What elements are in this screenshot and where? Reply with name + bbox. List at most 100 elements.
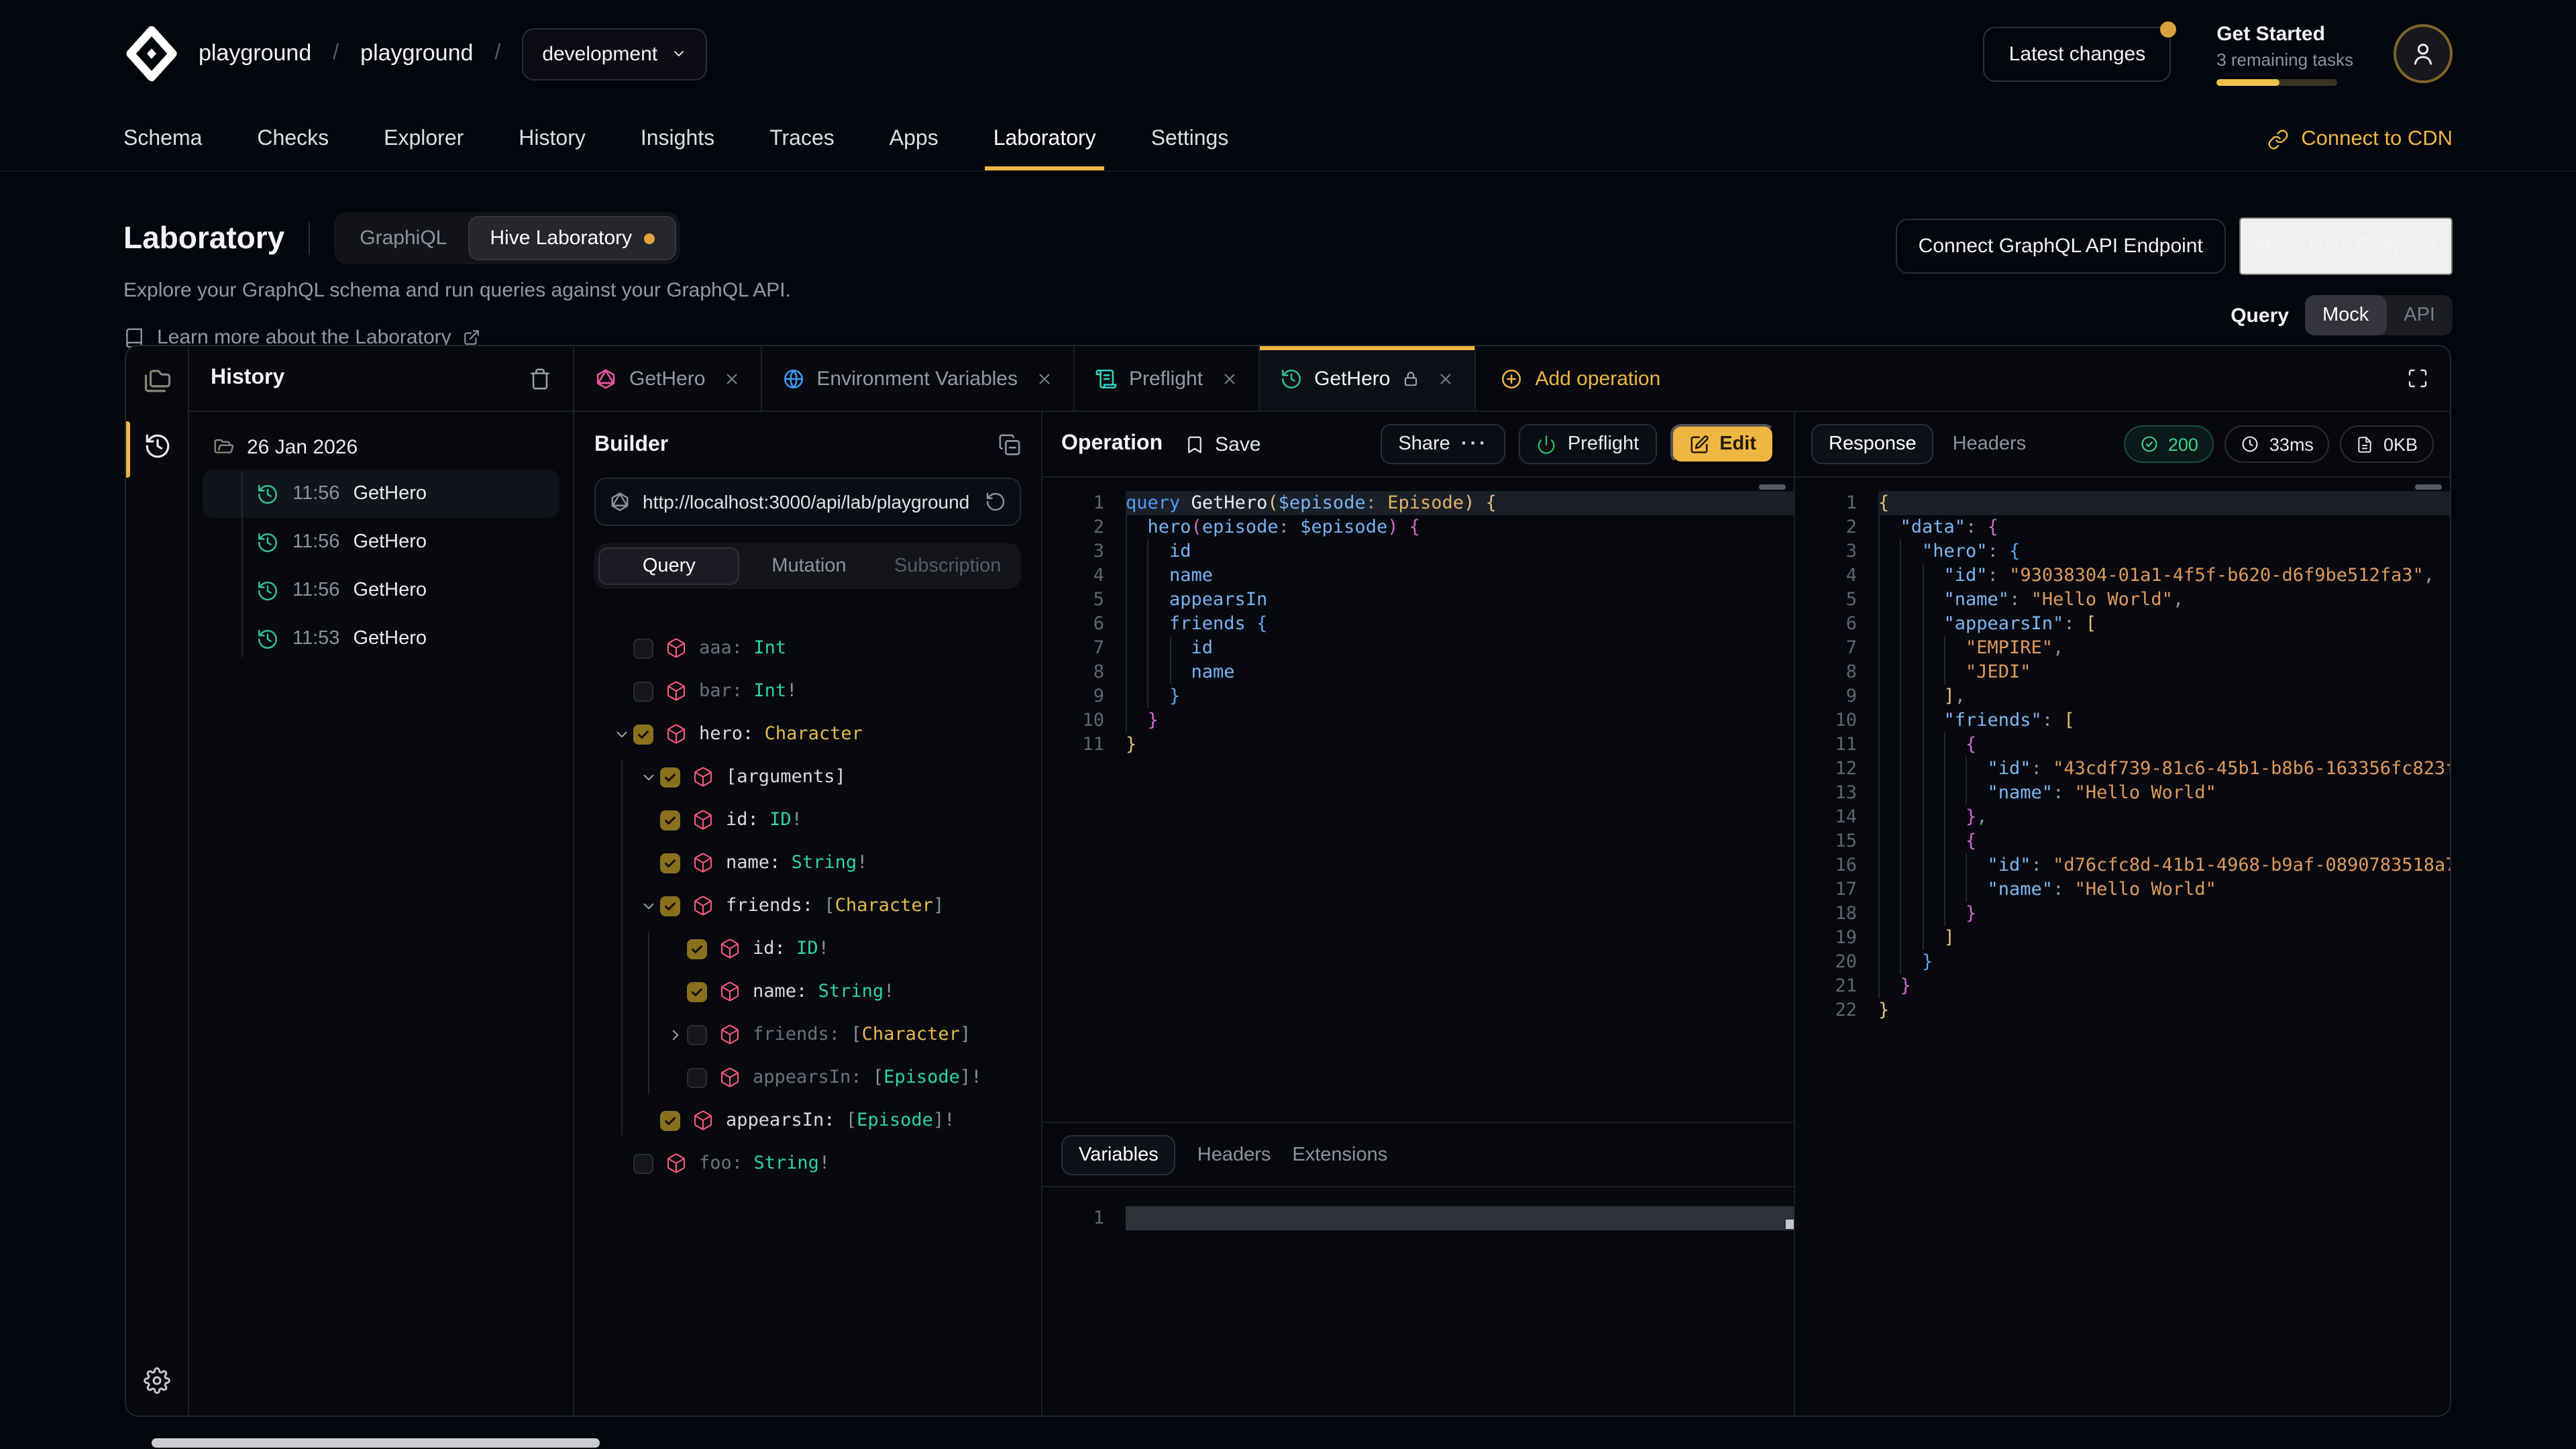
nav-item-schema[interactable]: Schema	[123, 107, 202, 170]
scrollbar-thumb[interactable]	[2415, 484, 2442, 490]
tree-row[interactable]: name: String!	[574, 841, 1041, 884]
code-line: 11 {	[1795, 733, 2450, 757]
field-checkbox[interactable]	[660, 1110, 680, 1130]
history-date-group[interactable]: 26 Jan 2026	[203, 431, 559, 464]
edit-button[interactable]: Edit	[1670, 424, 1775, 464]
nav-item-settings[interactable]: Settings	[1151, 107, 1229, 170]
latest-changes-button[interactable]: Latest changes	[1984, 26, 2171, 81]
mode-option[interactable]: GraphiQL	[338, 216, 468, 260]
subtab-extensions[interactable]: Extensions	[1292, 1144, 1387, 1165]
close-icon[interactable]	[722, 370, 740, 387]
history-item[interactable]: 11:56 GetHero	[203, 566, 559, 614]
history-item[interactable]: 11:53 GetHero	[203, 614, 559, 663]
collections-button[interactable]	[143, 366, 171, 394]
nav-item-apps[interactable]: Apps	[890, 107, 938, 170]
breadcrumb-org[interactable]: playground	[199, 40, 311, 67]
history-item[interactable]: 11:56 GetHero	[203, 470, 559, 518]
nav-item-traces[interactable]: Traces	[769, 107, 835, 170]
builder-tab-mutation[interactable]: Mutation	[740, 547, 879, 585]
field-checkbox[interactable]	[660, 810, 680, 830]
variables-editor[interactable]: 1	[1042, 1187, 1794, 1415]
query-switch-option-mock[interactable]: Mock	[2305, 295, 2386, 335]
nav-item-checks[interactable]: Checks	[257, 107, 329, 170]
tree-row[interactable]: friends: [Character]	[574, 884, 1041, 927]
tree-row[interactable]: id: ID!	[574, 927, 1041, 970]
scrollbar-thumb[interactable]	[1759, 484, 1786, 490]
tree-row[interactable]: id: ID!	[574, 798, 1041, 841]
avatar[interactable]	[2394, 24, 2453, 83]
field-checkbox[interactable]	[633, 681, 653, 701]
tree-row[interactable]: hero: Character	[574, 712, 1041, 755]
save-button[interactable]: Save	[1184, 433, 1260, 455]
field-checkbox[interactable]	[660, 767, 680, 787]
response-tab-headers[interactable]: Headers	[1953, 433, 2027, 455]
tree-row[interactable]: friends: [Character]	[574, 1013, 1041, 1056]
nav-item-explorer[interactable]: Explorer	[384, 107, 464, 170]
nav-item-insights[interactable]: Insights	[641, 107, 714, 170]
field-checkbox[interactable]	[687, 1024, 707, 1044]
query-switch-option-api[interactable]: API	[2386, 295, 2453, 335]
tab-gethero[interactable]: GetHero	[574, 346, 761, 411]
add-operation-button[interactable]: Add operation	[1476, 346, 1684, 411]
horizontal-scrollbar-thumb[interactable]	[152, 1438, 600, 1448]
external-link-icon	[464, 329, 481, 346]
trash-icon[interactable]	[529, 367, 551, 390]
field-checkbox[interactable]	[687, 938, 707, 959]
history-item[interactable]: 11:56 GetHero	[203, 518, 559, 566]
field-checkbox[interactable]	[660, 853, 680, 873]
subtab-headers[interactable]: Headers	[1197, 1144, 1271, 1165]
tree-row[interactable]: name: String!	[574, 970, 1041, 1013]
field-checkbox[interactable]	[633, 724, 653, 744]
nav-item-history[interactable]: History	[519, 107, 586, 170]
share-button[interactable]: Share ···	[1381, 424, 1505, 464]
tab-preflight[interactable]: Preflight	[1074, 346, 1259, 411]
response-viewer[interactable]: 1 { 2 "data": { 3 "hero": { 4 "id": "930…	[1795, 478, 2450, 1415]
refresh-icon[interactable]	[985, 491, 1006, 513]
tree-row[interactable]: aaa: Int	[574, 627, 1041, 669]
field-checkbox[interactable]	[687, 1067, 707, 1087]
close-icon[interactable]	[1437, 370, 1454, 387]
cube-icon	[665, 637, 687, 659]
connect-endpoint-button[interactable]: Connect GraphQL API Endpoint	[1896, 219, 2226, 274]
preflight-button[interactable]: Preflight	[1519, 424, 1656, 464]
close-icon[interactable]	[1220, 370, 1238, 387]
tree-row[interactable]: appearsIn: [Episode]!	[574, 1056, 1041, 1099]
breadcrumb-project[interactable]: playground	[360, 40, 473, 67]
nav-item-laboratory[interactable]: Laboratory	[994, 107, 1096, 170]
tab-environment-variables[interactable]: Environment Variables	[761, 346, 1074, 411]
chevron-down-icon[interactable]	[636, 897, 660, 914]
response-tab-response[interactable]: Response	[1811, 424, 1934, 464]
fullscreen-button[interactable]	[2384, 346, 2450, 411]
mock-endpoint-button[interactable]: Mock Data Endpoint	[2239, 217, 2453, 275]
subtab-variables[interactable]: Variables	[1061, 1134, 1176, 1175]
tree-row[interactable]: [arguments]	[574, 755, 1041, 798]
chevron-down-icon[interactable]	[609, 725, 633, 743]
line-number: 19	[1795, 926, 1878, 950]
connect-cdn-link[interactable]: Connect to CDN	[2267, 127, 2453, 151]
preflight-label: Preflight	[1568, 433, 1639, 455]
chevron-right-icon[interactable]	[663, 1026, 687, 1043]
close-icon[interactable]	[1035, 370, 1053, 387]
mode-option[interactable]: Hive Laboratory	[468, 216, 676, 260]
tree-row[interactable]: bar: Int!	[574, 669, 1041, 712]
cube-icon	[692, 895, 714, 916]
builder-tab-subscription[interactable]: Subscription	[878, 547, 1017, 585]
history-button[interactable]	[143, 432, 171, 460]
query-editor[interactable]: 1 query GetHero($episode: Episode) { 2 h…	[1042, 478, 1794, 1122]
get-started-widget[interactable]: Get Started 3 remaining tasks	[2216, 22, 2353, 85]
chevron-down-icon[interactable]	[636, 768, 660, 786]
field-checkbox[interactable]	[633, 638, 653, 658]
field-checkbox[interactable]	[633, 1153, 653, 1173]
line-number: 9	[1795, 684, 1878, 708]
settings-button[interactable]	[144, 1367, 170, 1394]
field-checkbox[interactable]	[687, 981, 707, 1002]
endpoint-url-input[interactable]: http://localhost:3000/api/lab/playground	[594, 478, 1021, 526]
environment-dropdown[interactable]: development	[522, 28, 707, 80]
collapse-panel-icon[interactable]	[998, 433, 1021, 456]
tree-row[interactable]: appearsIn: [Episode]!	[574, 1099, 1041, 1142]
tree-row[interactable]: foo: String!	[574, 1142, 1041, 1185]
field-checkbox[interactable]	[660, 896, 680, 916]
builder-tab-query[interactable]: Query	[598, 547, 740, 585]
tab-gethero[interactable]: GetHero	[1259, 346, 1476, 411]
scrollbar-thumb[interactable]	[1786, 1220, 1794, 1229]
